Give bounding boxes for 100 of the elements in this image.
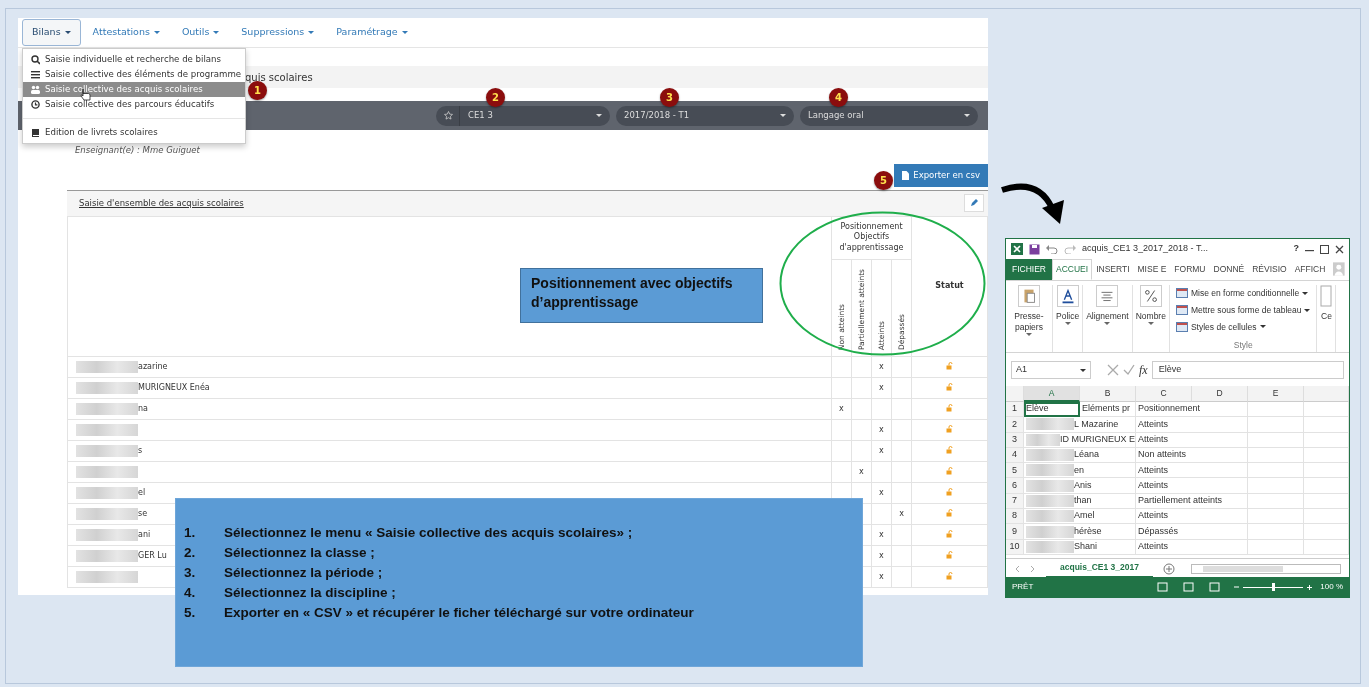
ribbon-command[interactable]: Mettre sous forme de tableau	[1175, 301, 1311, 319]
select-field[interactable]: 2017/2018 - T1	[616, 105, 794, 126]
ribbon-tab[interactable]: AFFICH	[1290, 259, 1330, 280]
blurred-name	[76, 465, 138, 478]
ribbon-tab[interactable]: FICHIER	[1006, 259, 1052, 280]
table-cell	[1304, 447, 1349, 464]
unlocked-padlock-icon	[945, 362, 954, 371]
blurred-name	[76, 423, 138, 436]
table-cell: en	[1024, 463, 1136, 479]
step-number: 3.	[184, 564, 197, 582]
ribbon-group-label[interactable]: Nombre	[1135, 311, 1166, 323]
help-button[interactable]: ?	[1293, 242, 1299, 256]
ribbon-tab[interactable]: INSERTI	[1092, 259, 1134, 280]
table-cell: x	[871, 440, 892, 462]
step-number: 4.	[184, 584, 197, 602]
table-cell: Elève	[1024, 402, 1080, 418]
ribbon-group-label[interactable]: Police	[1056, 311, 1080, 323]
document-icon	[902, 170, 910, 180]
row-header[interactable]: 5	[1006, 463, 1024, 479]
student-name: ani	[138, 528, 151, 541]
row-header[interactable]: 1	[1006, 402, 1024, 418]
table-cell: Amel	[1024, 509, 1136, 525]
caret-icon	[780, 114, 786, 117]
slider-thumb[interactable]	[1271, 583, 1275, 591]
formula-field[interactable]: Elève	[1151, 361, 1344, 379]
ribbon-command[interactable]: Styles de cellules	[1175, 318, 1266, 336]
table-cell	[1304, 402, 1349, 418]
edit-button[interactable]	[964, 194, 984, 213]
select-field[interactable]: Langage oral	[800, 105, 978, 126]
blurred-name	[76, 402, 138, 415]
table-cell: Atteints	[1136, 463, 1248, 479]
table-cell: x	[871, 524, 892, 546]
ribbon-command[interactable]: Mise en forme conditionnelle	[1175, 285, 1309, 302]
blurred-name	[1026, 433, 1060, 446]
column-header: Statut	[911, 216, 988, 357]
blurred-name	[1026, 464, 1074, 477]
save-icon	[1029, 243, 1040, 255]
ribbon-group-label: Style	[1232, 339, 1254, 352]
table-style-icon	[1175, 305, 1188, 316]
insert-function-button[interactable]: fx	[1139, 361, 1148, 379]
ribbon-tab[interactable]: DONNÉ	[1209, 259, 1249, 280]
row-header[interactable]: 9	[1006, 524, 1024, 540]
unlocked-padlock-icon	[945, 509, 954, 518]
ribbon-tab[interactable]: RÉVISIO	[1248, 259, 1291, 280]
table-cell	[1304, 417, 1349, 433]
ribbon-tab[interactable]: MISE E	[1133, 259, 1171, 280]
row-header[interactable]: 8	[1006, 509, 1024, 525]
blurred-name	[1026, 418, 1074, 431]
name-box[interactable]: A1	[1011, 361, 1091, 379]
font-color-icon	[1056, 285, 1079, 307]
export-button[interactable]: Exporter en csv	[894, 164, 988, 187]
instruction-text: Sélectionnez la période ;	[224, 564, 383, 582]
table-cell	[1248, 539, 1304, 555]
nav-menu[interactable]: Paramétrage	[326, 19, 418, 46]
select-field[interactable]: CE1 3	[436, 105, 610, 126]
blurred-name	[76, 360, 138, 373]
row-header[interactable]: 6	[1006, 478, 1024, 494]
redo-icon	[1064, 244, 1076, 254]
table-cell: than	[1024, 493, 1136, 510]
ribbon-tab[interactable]: FORMU	[1170, 259, 1210, 280]
column-header[interactable]: E	[1248, 386, 1304, 402]
column-header[interactable]: C	[1136, 386, 1192, 402]
instruction-text: Sélectionnez la classe ;	[224, 544, 375, 562]
nav-menu[interactable]: Suppressions	[231, 19, 325, 46]
ribbon-group-label[interactable]: Ce	[1321, 311, 1332, 323]
table-cell	[1248, 432, 1304, 448]
blurred-name	[1026, 525, 1074, 538]
menu-item[interactable]: Saisie collective des parcours éducatifs	[23, 97, 245, 112]
column-header[interactable]: B	[1080, 386, 1136, 402]
nav-menu[interactable]: Outils	[171, 19, 230, 46]
blurred-name	[76, 570, 138, 583]
menu-item[interactable]: Edition de livrets scolaires	[23, 125, 245, 140]
column-header[interactable]: D	[1192, 386, 1248, 402]
column-header[interactable]: A	[1024, 386, 1080, 402]
table-style-icon	[1175, 288, 1188, 299]
user-avatar-icon	[1333, 261, 1345, 277]
caret-icon	[1147, 322, 1154, 326]
table-cell: x	[871, 545, 892, 567]
zoom-in-icon	[1307, 584, 1313, 590]
nav-menu[interactable]: Attestations	[82, 19, 170, 46]
nav-menu[interactable]: Bilans	[22, 19, 81, 46]
check-icon	[1123, 364, 1135, 376]
row-header[interactable]: 2	[1006, 417, 1024, 433]
search-icon	[31, 54, 40, 65]
ribbon-tab[interactable]: ACCUEI	[1052, 259, 1093, 280]
table-cell	[1248, 463, 1304, 479]
table-cell	[1304, 539, 1349, 555]
cancel-icon	[1107, 364, 1119, 376]
table-cell: Shani	[1024, 539, 1136, 555]
table-style-icon	[1175, 321, 1188, 332]
zoom-slider[interactable]	[1243, 582, 1304, 592]
menu-item[interactable]: Saisie collective des éléments de programme	[23, 67, 245, 82]
ribbon-group-label[interactable]: Presse-papiers	[1009, 311, 1049, 334]
menu-item[interactable]: Saisie individuelle et recherche de bilans	[23, 52, 245, 67]
student-name: na	[138, 402, 148, 415]
pencil-icon	[970, 199, 978, 208]
table-cell: Léana	[1024, 447, 1136, 464]
step-number: 5.	[184, 604, 197, 622]
table-cell: x	[871, 482, 892, 504]
ribbon-group-label[interactable]: Alignement	[1086, 311, 1129, 323]
